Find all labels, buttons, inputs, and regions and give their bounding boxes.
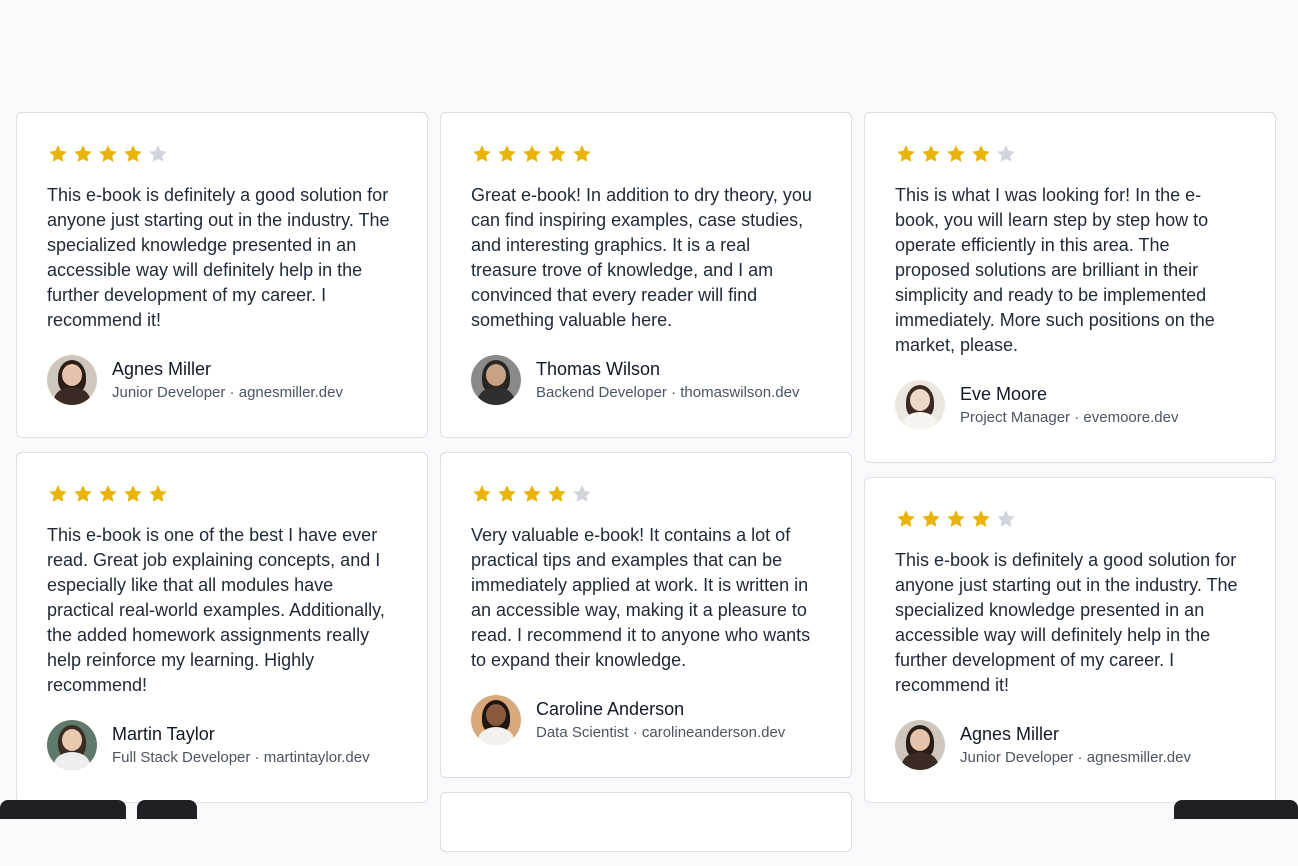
testimonial-card: This e-book is definitely a good solutio… [864,477,1276,803]
taskbar-button[interactable] [137,800,197,819]
testimonial-card: Great e-book! In addition to dry theory,… [440,112,852,438]
star-filled-icon [72,143,94,165]
author-role: Backend Developer · thomaswilson.dev [536,383,800,401]
avatar [471,355,521,405]
star-filled-icon [546,143,568,165]
star-empty-icon [571,483,593,505]
testimonial-card: Very valuable e-book! It contains a lot … [440,452,852,778]
star-filled-icon [496,143,518,165]
star-empty-icon [995,143,1017,165]
author-meta: Thomas Wilson Backend Developer · thomasw… [536,358,799,403]
star-filled-icon [895,508,917,530]
star-rating [895,143,1245,165]
star-filled-icon [970,143,992,165]
testimonial-text: This e-book is definitely a good solutio… [895,550,1238,695]
avatar [471,695,521,745]
star-filled-icon [945,508,967,530]
avatar [47,720,97,770]
testimonial-author: Martin Taylor Full Stack Developer · mart… [47,720,397,802]
testimonial-text: This is what I was looking for! In the e… [895,185,1215,355]
author-name: Eve Moore [960,383,1048,404]
testimonial-author: Caroline Anderson Data Scientist · caroli… [471,695,821,777]
testimonial-column-3: This is what I was looking for! In the e… [864,112,1276,817]
testimonial-card: This e-book is one of the best I have ev… [16,452,428,803]
testimonial-text: This e-book is one of the best I have ev… [47,525,385,695]
avatar [895,720,945,770]
star-filled-icon [970,508,992,530]
author-meta: Agnes Miller Junior Developer · agnesmill… [960,723,1191,768]
star-filled-icon [571,143,593,165]
testimonial-text: This e-book is definitely a good solutio… [47,185,390,330]
star-filled-icon [496,483,518,505]
author-meta: Agnes Miller Junior Developer · agnesmill… [112,358,343,403]
author-name: Agnes Miller [112,358,212,379]
star-filled-icon [521,483,543,505]
testimonial-column-2: Great e-book! In addition to dry theory,… [440,112,852,866]
author-role: Project Manager · evemoore.dev [960,408,1179,426]
star-filled-icon [147,483,169,505]
taskbar-button[interactable] [1174,800,1298,819]
testimonial-author: Thomas Wilson Backend Developer · thomasw… [471,355,821,437]
star-filled-icon [97,143,119,165]
star-filled-icon [920,508,942,530]
taskbar-button[interactable] [0,800,126,819]
star-rating [47,143,397,165]
avatar [47,355,97,405]
avatar [895,380,945,430]
author-name: Thomas Wilson [536,358,661,379]
testimonial-card: This is what I was looking for! In the e… [864,112,1276,463]
author-name: Caroline Anderson [536,698,685,719]
star-filled-icon [945,143,967,165]
author-meta: Caroline Anderson Data Scientist · caroli… [536,698,785,743]
star-filled-icon [895,143,917,165]
star-filled-icon [471,143,493,165]
star-filled-icon [122,143,144,165]
testimonial-card-partial [440,792,852,852]
author-role: Junior Developer · agnesmiller.dev [112,383,343,401]
testimonial-text: Very valuable e-book! It contains a lot … [471,525,811,670]
star-empty-icon [995,508,1017,530]
star-rating [47,483,397,505]
testimonial-author: Agnes Miller Junior Developer · agnesmill… [47,355,397,437]
testimonial-column-1: This e-book is definitely a good solutio… [16,112,428,817]
testimonial-author: Eve Moore Project Manager · evemoore.dev [895,380,1245,462]
author-role: Data Scientist · carolineanderson.dev [536,723,786,741]
star-rating [471,483,821,505]
author-name: Agnes Miller [960,723,1060,744]
star-filled-icon [920,143,942,165]
star-filled-icon [546,483,568,505]
star-filled-icon [72,483,94,505]
star-filled-icon [521,143,543,165]
author-role: Full Stack Developer · martintaylor.dev [112,748,370,766]
star-filled-icon [471,483,493,505]
star-rating [895,508,1245,530]
author-name: Martin Taylor [112,723,215,744]
star-rating [471,143,821,165]
author-role: Junior Developer · agnesmiller.dev [960,748,1191,766]
testimonial-card: This e-book is definitely a good solutio… [16,112,428,438]
star-filled-icon [47,483,69,505]
star-filled-icon [122,483,144,505]
author-meta: Martin Taylor Full Stack Developer · mart… [112,723,370,768]
author-meta: Eve Moore Project Manager · evemoore.dev [960,383,1178,428]
testimonial-text: Great e-book! In addition to dry theory,… [471,185,812,330]
star-filled-icon [47,143,69,165]
star-empty-icon [147,143,169,165]
testimonial-author: Agnes Miller Junior Developer · agnesmill… [895,720,1245,802]
star-filled-icon [97,483,119,505]
